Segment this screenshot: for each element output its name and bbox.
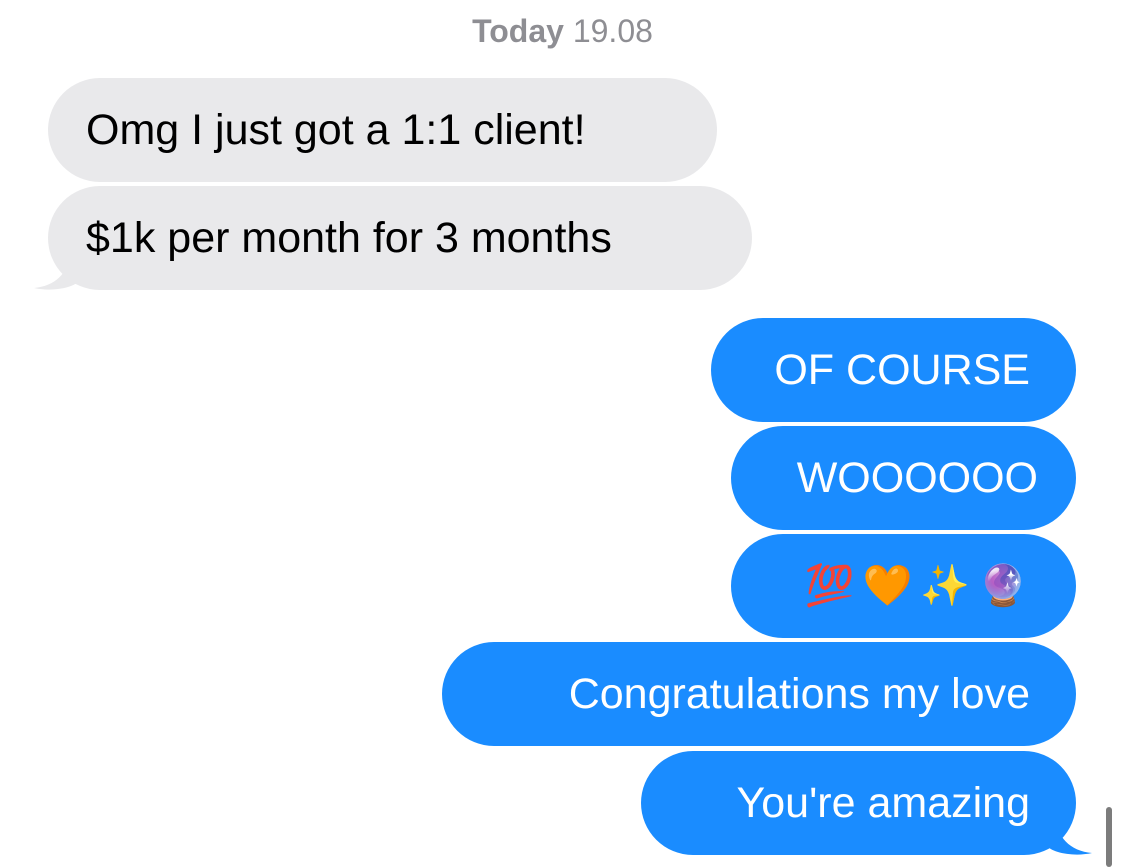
message-text: Congratulations my love (568, 669, 1030, 718)
outgoing-message-bubble[interactable]: OF COURSE (711, 318, 1076, 422)
timestamp-time: 19.08 (572, 13, 653, 49)
outgoing-message-bubble[interactable]: WOOOOOO (731, 426, 1076, 530)
timestamp-day: Today (472, 13, 564, 49)
message-text: OF COURSE (774, 345, 1030, 394)
message-text: $1k per month for 3 months (86, 213, 612, 262)
emoji-message-text: 💯🧡✨🔮 (804, 563, 1036, 609)
outgoing-emoji-message-bubble[interactable]: 💯🧡✨🔮 (731, 534, 1076, 638)
conversation-timestamp: Today 19.08 (0, 12, 1125, 50)
message-text: You're amazing (736, 778, 1030, 827)
outgoing-message-bubble[interactable]: Congratulations my love (442, 642, 1076, 746)
incoming-bubble-tail (34, 250, 80, 290)
message-text: Omg I just got a 1:1 client! (86, 105, 586, 154)
outgoing-bubble-tail (1046, 815, 1092, 855)
message-text: WOOOOOO (796, 453, 1038, 502)
incoming-message-bubble[interactable]: $1k per month for 3 months (48, 186, 752, 290)
scrollbar[interactable] (1106, 807, 1112, 867)
outgoing-message-bubble[interactable]: You're amazing (641, 751, 1076, 855)
incoming-message-bubble[interactable]: Omg I just got a 1:1 client! (48, 78, 717, 182)
